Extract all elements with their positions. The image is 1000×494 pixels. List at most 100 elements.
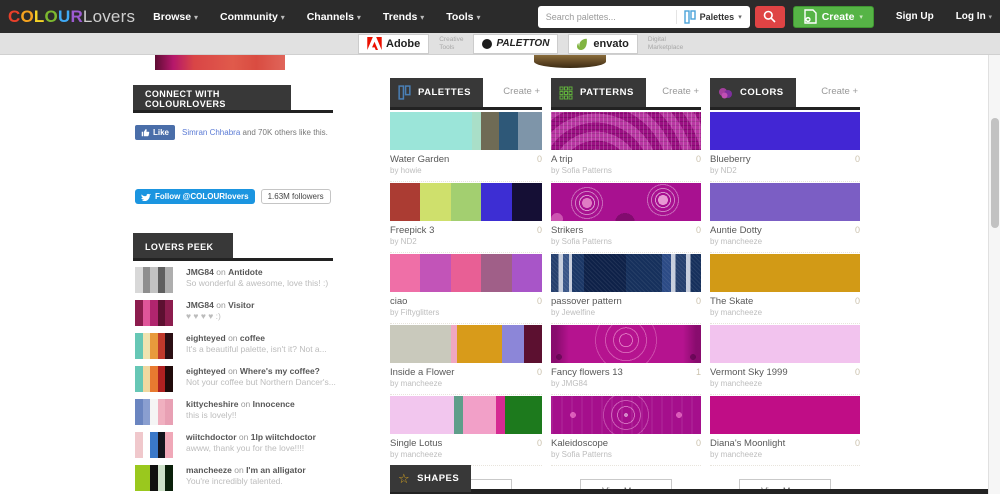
colors-create-link[interactable]: Create + (821, 86, 858, 97)
shapes-tab[interactable]: ☆ SHAPES (390, 465, 471, 492)
search-filter-dropdown[interactable]: Palettes ▾ (676, 10, 742, 24)
facebook-user-link[interactable]: Simran Chhabra (182, 128, 240, 137)
palette-item[interactable]: Water Garden0 by howie (390, 112, 542, 182)
peek-user[interactable]: eighteyed (186, 333, 226, 343)
colors-tab[interactable]: COLORS (710, 78, 796, 107)
peek-user[interactable]: kittycheshire (186, 399, 238, 409)
palette-item[interactable]: ciao0 by Fiftyglitters (390, 254, 542, 324)
palette-title[interactable]: Water Garden (390, 154, 449, 165)
color-title[interactable]: Diana's Moonlight (710, 438, 785, 449)
color-author[interactable]: by mancheeze (710, 449, 860, 466)
pattern-author[interactable]: by Jewelfine (551, 307, 701, 324)
sponsor-paletton[interactable]: PALETTON (473, 34, 558, 54)
color-author[interactable]: by mancheeze (710, 378, 860, 395)
color-author[interactable]: by mancheeze (710, 236, 860, 253)
page-scrollbar[interactable] (988, 55, 1000, 494)
peek-user[interactable]: wiitchdoctor (186, 432, 237, 442)
color-author[interactable]: by ND2 (710, 165, 860, 182)
palettes-create-link[interactable]: Create + (503, 86, 540, 97)
palette-author[interactable]: by mancheeze (390, 449, 542, 466)
palette-item[interactable]: Single Lotus0 by mancheeze (390, 396, 542, 466)
palette-author[interactable]: by Fiftyglitters (390, 307, 542, 324)
palette-author[interactable]: by howie (390, 165, 542, 182)
palettes-tab[interactable]: PALETTES (390, 78, 483, 107)
color-title[interactable]: Auntie Dotty (710, 225, 762, 236)
chevron-down-icon: ▾ (420, 13, 424, 22)
pattern-title[interactable]: Strikers (551, 225, 583, 236)
search-button[interactable] (755, 6, 785, 28)
pattern-count: 1 (696, 367, 701, 377)
color-count: 0 (855, 154, 860, 164)
peek-thumbnail (135, 267, 173, 293)
peek-item[interactable]: wiitchdoctor on 1lp wiitchdoctorawww, th… (135, 432, 368, 458)
search-input[interactable] (546, 12, 646, 22)
facebook-like-button[interactable]: Like (135, 125, 175, 140)
site-logo[interactable]: COLOURLovers (8, 7, 135, 27)
pattern-author[interactable]: by JMG84 (551, 378, 701, 395)
color-item[interactable]: Auntie Dotty0 by mancheeze (710, 183, 860, 253)
color-title[interactable]: The Skate (710, 296, 753, 307)
pattern-author[interactable]: by Sofia Patterns (551, 236, 701, 253)
peek-item[interactable]: eighteyed on Where's my coffee?Not your … (135, 366, 368, 392)
palette-title[interactable]: Freepick 3 (390, 225, 434, 236)
palette-author[interactable]: by mancheeze (390, 378, 542, 395)
pattern-item[interactable]: Kaleidoscope0 by Sofia Patterns (551, 396, 701, 466)
color-title[interactable]: Vermont Sky 1999 (710, 367, 788, 378)
peek-user[interactable]: eighteyed (186, 366, 226, 376)
palette-author[interactable]: by ND2 (390, 236, 542, 253)
palette-title[interactable]: Single Lotus (390, 438, 442, 449)
palette-item[interactable]: Freepick 30 by ND2 (390, 183, 542, 253)
peek-title[interactable]: Visitor (228, 300, 254, 310)
pattern-title[interactable]: Kaleidoscope (551, 438, 608, 449)
pattern-item[interactable]: Fancy flowers 13 1 by JMG84 (551, 325, 701, 395)
pattern-author[interactable]: by Sofia Patterns (551, 449, 701, 466)
palette-title[interactable]: Inside a Flower (390, 367, 454, 378)
peek-user[interactable]: JMG84 (186, 300, 214, 310)
pattern-title[interactable]: Fancy flowers 13 (551, 367, 623, 378)
color-item[interactable]: Blueberry 0 by ND2 (710, 112, 860, 182)
color-title[interactable]: Blueberry (710, 154, 751, 165)
menu-browse[interactable]: Browse ▾ (153, 11, 198, 23)
create-button[interactable]: Create ▾ (793, 6, 874, 28)
twitter-follow-button[interactable]: Follow @COLOURlovers (135, 189, 255, 204)
pattern-item[interactable]: Strikers0 by Sofia Patterns (551, 183, 701, 253)
color-item[interactable]: Diana's Moonlight0 by mancheeze (710, 396, 860, 466)
peek-title[interactable]: I'm an alligator (246, 465, 306, 475)
menu-community[interactable]: Community ▾ (220, 11, 285, 23)
color-item[interactable]: Vermont Sky 19990 by mancheeze (710, 325, 860, 395)
pattern-title[interactable]: A trip (551, 154, 573, 165)
pattern-author[interactable]: by Sofia Patterns (551, 165, 701, 182)
menu-trends[interactable]: Trends ▾ (383, 11, 424, 23)
peek-item[interactable]: kittycheshire on Innocencethis is lovely… (135, 399, 368, 425)
scrollbar-thumb[interactable] (991, 118, 999, 228)
pattern-title[interactable]: passover pattern (551, 296, 622, 307)
twitter-followers-count[interactable]: 1.63M followers (261, 189, 331, 204)
pattern-item[interactable]: passover pattern0 by Jewelfine (551, 254, 701, 324)
peek-title[interactable]: Where's my coffee? (240, 366, 320, 376)
peek-title[interactable]: Antidote (228, 267, 262, 277)
menu-tools[interactable]: Tools ▾ (446, 11, 480, 23)
log-in-link[interactable]: Log In ▾ (956, 11, 992, 22)
peek-user[interactable]: mancheeze (186, 465, 232, 475)
color-author[interactable]: by mancheeze (710, 307, 860, 324)
peek-item[interactable]: JMG84 on Visitor♥ ♥ ♥ ♥ :) (135, 300, 368, 326)
peek-item[interactable]: mancheeze on I'm an alligatorYou're incr… (135, 465, 368, 491)
palette-title[interactable]: ciao (390, 296, 407, 307)
menu-channels[interactable]: Channels ▾ (307, 11, 361, 23)
sponsor-envato[interactable]: envato (568, 34, 637, 54)
sign-up-link[interactable]: Sign Up (896, 11, 934, 22)
peek-title[interactable]: Innocence (253, 399, 295, 409)
lovers-peek-header: LOVERS PEEK (133, 233, 233, 261)
patterns-tab[interactable]: PATTERNS (551, 78, 646, 107)
sponsor-adobe[interactable]: Adobe (358, 34, 429, 54)
patterns-create-link[interactable]: Create + (662, 86, 699, 97)
sponsor-envato-label: envato (593, 38, 628, 50)
pattern-item[interactable]: A trip0 by Sofia Patterns (551, 112, 701, 182)
peek-user[interactable]: JMG84 (186, 267, 214, 277)
palette-item[interactable]: Inside a Flower0 by mancheeze (390, 325, 542, 395)
peek-item[interactable]: JMG84 on AntidoteSo wonderful & awesome,… (135, 267, 368, 293)
peek-title[interactable]: coffee (240, 333, 265, 343)
color-item[interactable]: The Skate0 by mancheeze (710, 254, 860, 324)
peek-title[interactable]: 1lp wiitchdoctor (251, 432, 316, 442)
peek-item[interactable]: eighteyed on coffeeIt's a beautiful pale… (135, 333, 368, 359)
